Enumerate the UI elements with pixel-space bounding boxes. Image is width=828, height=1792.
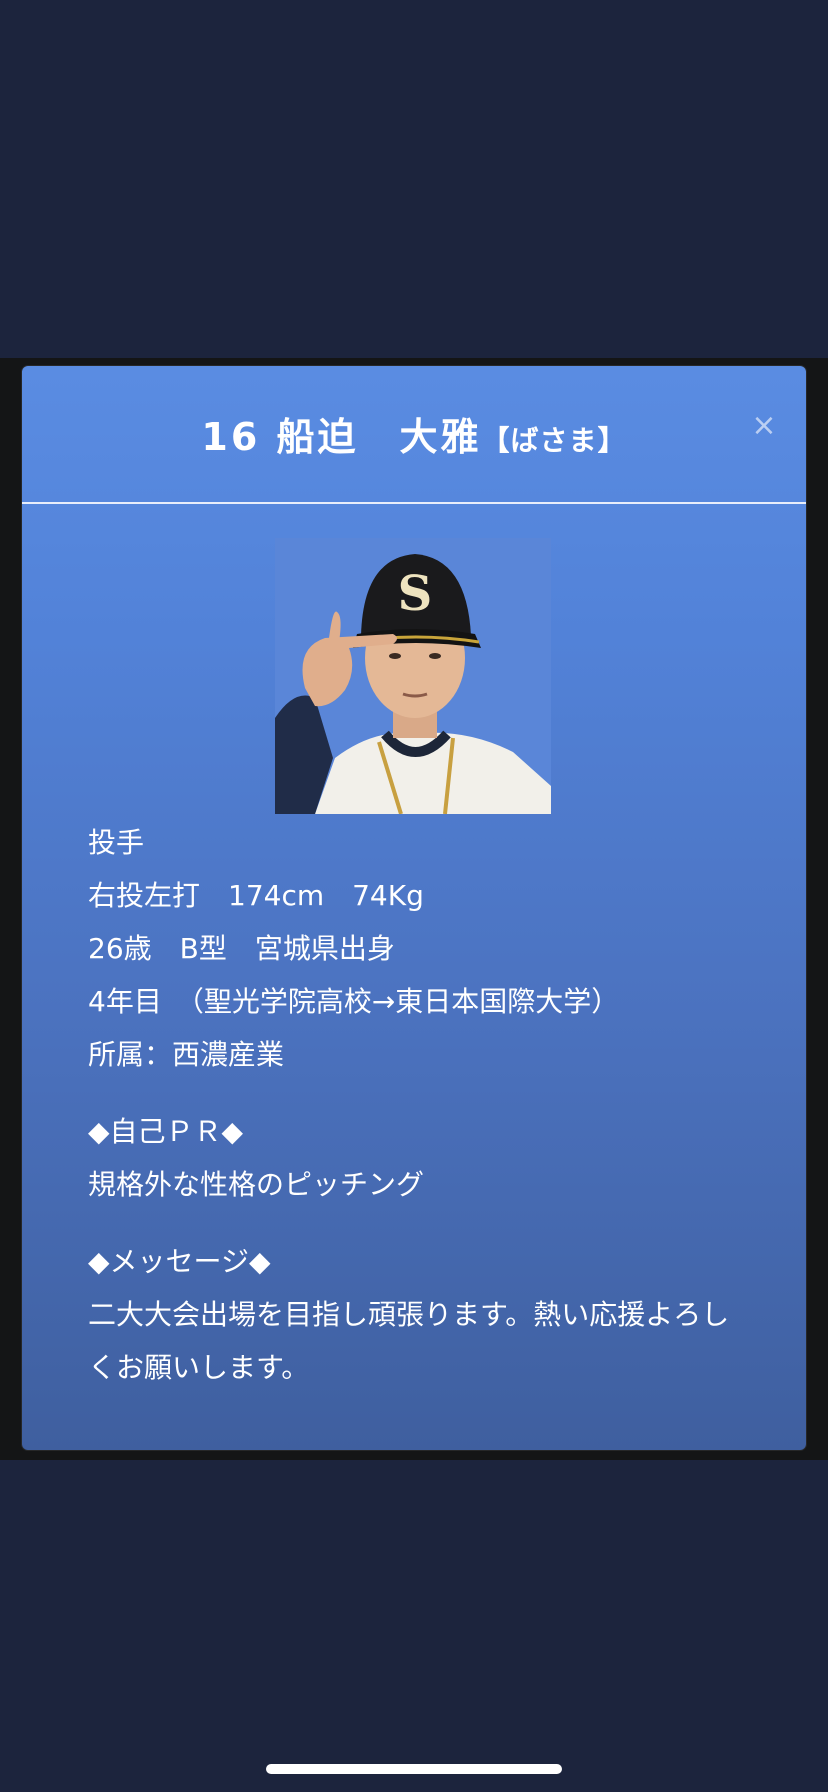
close-icon: × xyxy=(751,408,777,443)
player-photo: S xyxy=(275,538,551,814)
message-text: 二大大会出場を目指し頑張ります。熱い応援よろしくお願いします。 xyxy=(88,1298,730,1384)
modal-header: 16 船迫 大雅【ばさま】 × xyxy=(22,366,806,502)
header-divider xyxy=(22,502,806,504)
svg-text:S: S xyxy=(398,566,433,622)
message-heading: ◆メッセージ◆ xyxy=(88,1245,271,1278)
player-career: 4年目 （聖光学院高校→東日本国際大学） xyxy=(88,985,620,1018)
player-physical: 右投左打 174cm 74Kg xyxy=(88,879,424,912)
player-position: 投手 xyxy=(88,826,145,859)
player-number-name: 16 船迫 大雅 xyxy=(201,415,482,459)
player-nickname: 【ばさま】 xyxy=(481,424,627,457)
close-button[interactable]: × xyxy=(744,406,784,446)
player-info: 投手 右投左打 174cm 74Kg 26歳 B型 宮城県出身 4年目 （聖光学… xyxy=(88,816,778,1394)
pr-heading: ◆自己ＰＲ◆ xyxy=(88,1115,244,1148)
pr-text: 規格外な性格のピッチング xyxy=(88,1168,425,1201)
player-affiliation: 所属：西濃産業 xyxy=(88,1038,285,1071)
player-profile-modal: 16 船迫 大雅【ばさま】 × S 投手 右投左打 174cm 74Kg 26歳… xyxy=(22,366,806,1450)
player-profile: 26歳 B型 宮城県出身 xyxy=(88,932,395,965)
player-title: 16 船迫 大雅【ばさま】 xyxy=(22,406,806,461)
home-indicator[interactable] xyxy=(266,1764,562,1774)
